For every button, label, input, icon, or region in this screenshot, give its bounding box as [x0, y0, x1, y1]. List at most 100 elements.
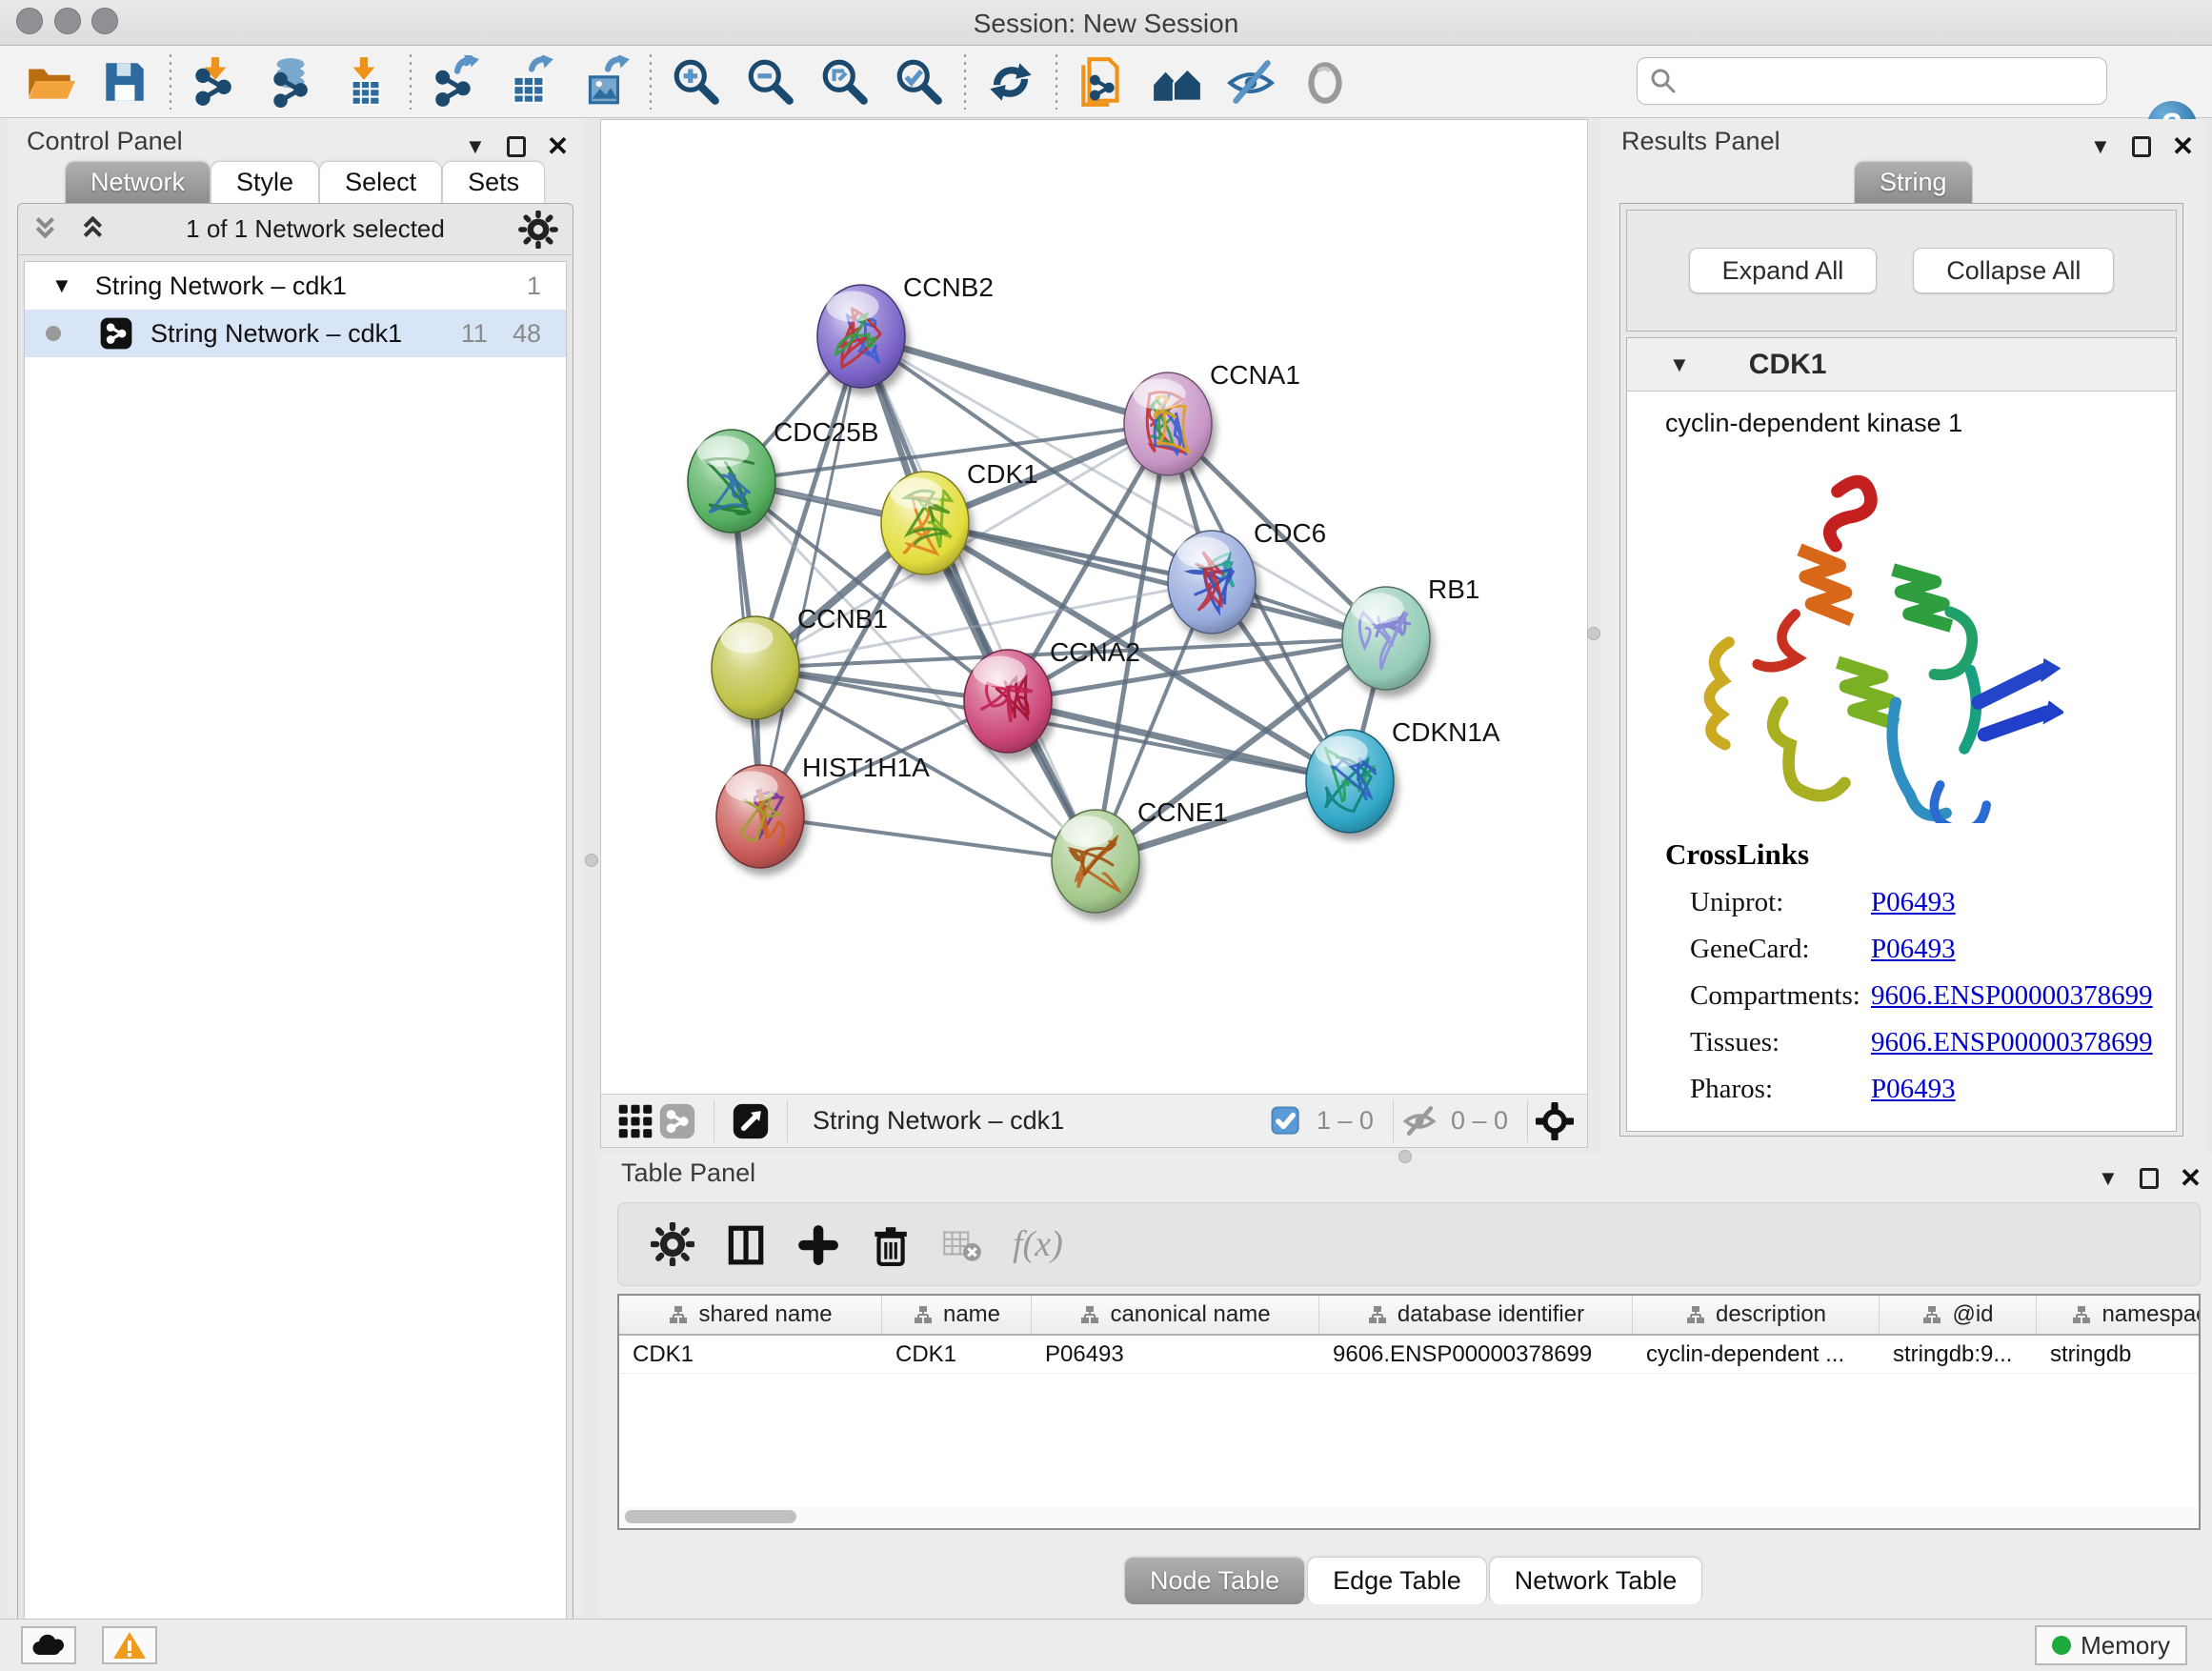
- hidden-eye-icon[interactable]: [1399, 1100, 1441, 1142]
- table-horizontal-scrollbar[interactable]: [621, 1507, 2197, 1526]
- column-header-database-identifier[interactable]: database identifier: [1319, 1296, 1633, 1334]
- network-edges: [732, 336, 1386, 861]
- bottom-splitter-handle[interactable]: [1398, 1150, 1412, 1163]
- tab-style[interactable]: Style: [211, 161, 319, 203]
- crosslink-link[interactable]: P06493: [1871, 1074, 1956, 1105]
- node-CCNE1[interactable]: CCNE1: [1052, 797, 1228, 913]
- entry-expand-icon[interactable]: ▼: [1669, 352, 1690, 377]
- network-canvas[interactable]: CCNB2CCNA1CDC25BCDK1CDC6RB1CCNB1CCNA2CDK…: [601, 120, 1587, 1094]
- column-header-canonical-name[interactable]: canonical name: [1032, 1296, 1319, 1334]
- collapse-all-icon[interactable]: [28, 212, 66, 247]
- birdseye-grid-icon[interactable]: [614, 1100, 656, 1142]
- close-panel-icon[interactable]: ✕: [2172, 131, 2194, 162]
- network-options-gear-icon[interactable]: [517, 211, 559, 249]
- expand-all-icon[interactable]: [75, 212, 113, 247]
- detach-view-icon[interactable]: [730, 1100, 772, 1142]
- crosslink-link[interactable]: P06493: [1871, 887, 1956, 918]
- cloud-icon: [30, 1632, 67, 1659]
- show-hidden-button[interactable]: [1288, 51, 1362, 112]
- node-RB1[interactable]: RB1: [1342, 574, 1479, 690]
- tab-string[interactable]: String: [1854, 161, 1973, 203]
- float-panel-icon[interactable]: [2132, 136, 2151, 157]
- refresh-layout-button[interactable]: [974, 51, 1048, 112]
- left-splitter-handle[interactable]: [585, 854, 598, 867]
- network-row[interactable]: String Network – cdk1 11 48: [25, 310, 566, 357]
- selected-checkbox-icon[interactable]: [1265, 1100, 1307, 1142]
- float-panel-icon[interactable]: [507, 136, 526, 157]
- show-columns-icon[interactable]: [723, 1222, 767, 1266]
- column-type-icon: [2071, 1304, 2092, 1325]
- delete-column-icon[interactable]: [868, 1222, 912, 1266]
- network-overview-icon[interactable]: [656, 1100, 698, 1142]
- hide-selected-button[interactable]: [1214, 51, 1288, 112]
- warnings-button[interactable]: [102, 1626, 157, 1664]
- column-header-description[interactable]: description: [1633, 1296, 1880, 1334]
- node-CDKN1A[interactable]: CDKN1A: [1306, 717, 1500, 833]
- table-cell: stringdb: [2037, 1336, 2201, 1373]
- crosslink-row: Uniprot:P06493: [1665, 887, 2176, 918]
- save-session-button[interactable]: [88, 51, 162, 112]
- import-table-button[interactable]: [328, 51, 402, 112]
- expand-all-button[interactable]: Expand All: [1689, 248, 1878, 293]
- show-all-button[interactable]: [1139, 51, 1214, 112]
- column-header-name[interactable]: name: [882, 1296, 1032, 1334]
- column-header-namespace[interactable]: namespace: [2037, 1296, 2201, 1334]
- table-cell: P06493: [1032, 1336, 1319, 1373]
- crosslink-link[interactable]: 9606.ENSP00000378699: [1871, 1027, 2153, 1058]
- export-table-button[interactable]: [493, 51, 568, 112]
- tab-select[interactable]: Select: [319, 161, 442, 203]
- collapse-all-button[interactable]: Collapse All: [1913, 248, 2114, 293]
- control-panel: Control Panel ▼ ✕ NetworkStyleSelectSets…: [8, 119, 583, 1615]
- crosslinks-title: CrossLinks: [1665, 837, 2176, 872]
- export-network-button[interactable]: [419, 51, 493, 112]
- tab-network[interactable]: Network: [65, 161, 211, 203]
- tab-network-table[interactable]: Network Table: [1489, 1557, 1703, 1604]
- node-CCNA1[interactable]: CCNA1: [1124, 360, 1300, 475]
- control-panel-title: Control Panel: [27, 127, 183, 156]
- float-panel-icon[interactable]: [2140, 1168, 2159, 1189]
- node-label-CCNA1: CCNA1: [1210, 360, 1300, 390]
- network-collection-row[interactable]: ▼ String Network – cdk1 1: [25, 262, 566, 310]
- fit-selected-crosshair-icon[interactable]: [1534, 1100, 1576, 1142]
- column-header-@id[interactable]: @id: [1880, 1296, 2037, 1334]
- table-options-gear-icon[interactable]: [651, 1222, 694, 1266]
- memory-button[interactable]: Memory: [2035, 1625, 2187, 1665]
- node-CCNB2[interactable]: CCNB2: [817, 272, 994, 388]
- close-panel-icon[interactable]: ✕: [547, 131, 569, 162]
- zoom-out-button[interactable]: [734, 51, 808, 112]
- search-input[interactable]: [1678, 62, 2106, 100]
- network-view-toolbar: String Network – cdk1 1 – 0 0 – 0: [601, 1094, 1587, 1147]
- collection-expand-icon[interactable]: ▼: [51, 273, 72, 298]
- cloud-button[interactable]: [21, 1626, 76, 1664]
- open-session-button[interactable]: [13, 51, 88, 112]
- panel-menu-icon[interactable]: ▼: [2090, 134, 2111, 159]
- panel-menu-icon[interactable]: ▼: [2098, 1166, 2119, 1191]
- column-header-shared-name[interactable]: shared name: [619, 1296, 882, 1334]
- column-type-icon: [1367, 1304, 1388, 1325]
- tab-edge-table[interactable]: Edge Table: [1307, 1557, 1487, 1604]
- import-network-from-database-button[interactable]: [253, 51, 328, 112]
- zoom-selected-button[interactable]: [882, 51, 956, 112]
- node-HIST1H1A[interactable]: HIST1H1A: [716, 753, 930, 868]
- tab-node-table[interactable]: Node Table: [1124, 1557, 1305, 1604]
- zoom-in-button[interactable]: [659, 51, 734, 112]
- node-label-HIST1H1A: HIST1H1A: [802, 753, 930, 782]
- scrollbar-thumb[interactable]: [625, 1510, 796, 1523]
- node-label-CCNA2: CCNA2: [1050, 637, 1140, 667]
- tab-sets[interactable]: Sets: [442, 161, 545, 203]
- create-column-icon[interactable]: [795, 1222, 839, 1266]
- table-row[interactable]: CDK1CDK1P064939606.ENSP00000378699cyclin…: [619, 1336, 2199, 1374]
- network-tree: ▼ String Network – cdk1 1 String Network…: [24, 261, 567, 1671]
- crosslink-link[interactable]: 9606.ENSP00000378699: [1871, 980, 2153, 1012]
- panel-menu-icon[interactable]: ▼: [465, 134, 486, 159]
- close-panel-icon[interactable]: ✕: [2180, 1162, 2202, 1194]
- crosslink-link[interactable]: P06493: [1871, 934, 1956, 965]
- zoom-fit-button[interactable]: [808, 51, 882, 112]
- cdk1-entry-header[interactable]: ▼ CDK1: [1627, 338, 2176, 392]
- first-neighbors-button[interactable]: [1065, 51, 1139, 112]
- export-image-button[interactable]: [568, 51, 642, 112]
- import-network-button[interactable]: [179, 51, 253, 112]
- window-titlebar: Session: New Session: [0, 0, 2212, 46]
- right-splitter-handle[interactable]: [1587, 627, 1600, 640]
- column-type-icon: [1921, 1304, 1942, 1325]
